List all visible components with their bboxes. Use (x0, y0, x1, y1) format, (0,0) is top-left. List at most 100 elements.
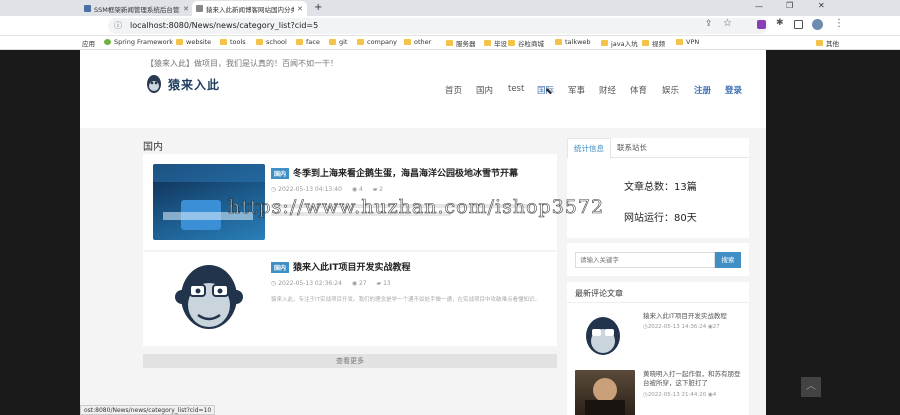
bookmark-item[interactable]: Spring Framework (104, 38, 173, 46)
close-icon[interactable]: ✕ (183, 5, 189, 13)
article-views: 4 (358, 186, 363, 193)
bookmark-item[interactable]: tools (220, 38, 246, 46)
article-comments: 2 (379, 186, 384, 193)
bookmark-label: VPN (686, 38, 700, 46)
monkey-logo-icon (175, 265, 243, 329)
nav-test[interactable]: test (508, 84, 524, 94)
bookmark-item[interactable]: school (256, 38, 287, 46)
star-icon[interactable]: ☆ (723, 18, 732, 29)
search-input[interactable] (575, 252, 715, 268)
folder-icon (601, 40, 608, 46)
folder-icon (176, 39, 183, 45)
menu-icon[interactable]: ⋮ (834, 18, 844, 29)
sidebar-icon[interactable] (794, 20, 803, 29)
recent-item-views: 4 (712, 392, 717, 398)
recent-item-title[interactable]: 黄晓明入打一起作假，和苏有朋登台被所穿，这下脏打了 (643, 370, 743, 388)
bookmark-item[interactable]: company (357, 38, 397, 46)
url-input[interactable]: ⓘ localhost:8080/News/news/category_list… (108, 18, 768, 34)
search-panel: 搜索 (567, 243, 749, 276)
url-text: localhost:8080/News/news/category_list?c… (130, 21, 319, 30)
folder-icon (508, 40, 515, 46)
bookmark-item[interactable]: VPN (676, 38, 699, 46)
close-icon[interactable]: ✕ (297, 5, 303, 13)
share-icon[interactable]: ⇪ (705, 19, 713, 29)
bookmark-label: 其他 (826, 40, 839, 48)
bookmark-label: 应用 (82, 40, 95, 48)
close-window-icon[interactable]: ✕ (818, 1, 825, 10)
folder-icon (404, 39, 411, 45)
folder-icon (256, 39, 263, 45)
bookmark-item[interactable]: 其他 (816, 38, 839, 48)
bookmark-item[interactable]: face (296, 38, 320, 46)
bookmark-label: face (306, 38, 320, 46)
tab-title: 猿来入此新闻博客网站国内分类 (206, 5, 295, 14)
bookmark-label: 毕设 (494, 40, 507, 48)
bookmark-label: company (367, 38, 397, 46)
bookmark-item[interactable]: other (404, 38, 431, 46)
eye-icon: ◉ (351, 186, 359, 193)
tab-stats[interactable]: 统计信息 (567, 138, 611, 159)
recent-panel: 最新评论文章 猿来入此IT项目开发实战教程 ◷2022-05-13 14:36:… (567, 282, 749, 415)
recent-item-date: 2022-05-13 14:36:24 (647, 324, 707, 330)
monkey-logo-icon (147, 75, 161, 93)
nav-domestic[interactable]: 国内 (476, 84, 493, 96)
eye-icon: ◉ (351, 280, 359, 287)
category-tag[interactable]: 国内 (271, 262, 290, 273)
extension-icon[interactable] (757, 20, 766, 29)
folder-icon (329, 39, 336, 45)
browser-tab-active[interactable]: 猿来入此新闻博客网站国内分类 ✕ (192, 1, 307, 16)
bookmark-item[interactable]: website (176, 38, 211, 46)
site-slogan: 【猿来入此】做项目，我们是认真的！百闻不如一干！ (146, 59, 338, 68)
monkey-logo-icon (586, 317, 620, 355)
tab-title: SSM框架新闻管理系统后台管理 (94, 5, 181, 14)
info-icon[interactable]: ⓘ (114, 18, 122, 34)
recent-item[interactable]: 黄晓明入打一起作假，和苏有朋登台被所穿，这下脏打了 ◷2022-05-13 21… (575, 368, 743, 415)
search-button[interactable]: 搜索 (715, 252, 741, 268)
nav-sports[interactable]: 体育 (630, 84, 647, 96)
recent-item-title[interactable]: 猿来入此IT项目开发实战教程 (643, 312, 743, 321)
browser-tab[interactable]: SSM框架新闻管理系统后台管理 ✕ (80, 1, 193, 16)
bookmark-item[interactable]: 视频 (642, 38, 665, 48)
login-link[interactable]: 登录 (725, 84, 742, 96)
nav-home[interactable]: 首页 (445, 84, 462, 96)
bookmark-item[interactable]: java入坑 (601, 38, 638, 48)
new-tab-button[interactable]: + (314, 2, 322, 13)
bookmark-item[interactable]: 毕设 (484, 38, 507, 48)
bookmark-label: Spring Framework (114, 38, 174, 46)
bookmark-label: website (186, 38, 212, 46)
article-comments: 13 (383, 280, 391, 287)
recent-item-thumbnail[interactable] (575, 370, 635, 415)
site-logo[interactable]: 猿来入此 (146, 72, 266, 96)
article-title[interactable]: 冬季到上海来看企鹅生蛋，海昌海洋公园极地冰雪节开幕 (293, 169, 518, 179)
bookmark-item[interactable]: git (329, 38, 347, 46)
article-thumbnail[interactable] (153, 258, 265, 340)
bookmark-item[interactable]: 应用 (82, 38, 95, 48)
nav-finance[interactable]: 财经 (599, 84, 616, 96)
recent-item-date: 2022-05-13 21:44:20 (647, 392, 707, 398)
stats-panel: 统计信息 联系站长 文章总数：13篇 网站运行：80天 (567, 138, 749, 238)
nav-entertainment[interactable]: 娱乐 (662, 84, 679, 96)
article-title[interactable]: 猿来入此IT项目开发实战教程 (293, 263, 411, 273)
load-more-button[interactable]: 查看更多 (143, 354, 557, 368)
tab-favicon-icon (84, 5, 91, 12)
nav-military[interactable]: 军事 (568, 84, 585, 96)
bookmark-item[interactable]: 服务器 (446, 38, 476, 48)
profile-avatar[interactable] (812, 19, 823, 30)
puzzle-icon[interactable]: ✱ (776, 18, 784, 28)
register-link[interactable]: 注册 (694, 84, 711, 96)
bookmark-item[interactable]: 谷粒商城 (508, 38, 544, 48)
bookmark-item[interactable]: talkweb (555, 38, 591, 46)
folder-icon (642, 40, 649, 46)
folder-icon (816, 40, 823, 46)
recent-item[interactable]: 猿来入此IT项目开发实战教程 ◷2022-05-13 14:36:24 ◉27 (575, 310, 743, 362)
minimize-icon[interactable]: — (755, 2, 763, 11)
mouse-cursor-icon: ⬉ (545, 87, 553, 97)
back-to-top-button[interactable]: ︿ (801, 377, 821, 397)
tab-contact[interactable]: 联系站长 (617, 138, 647, 158)
restore-icon[interactable]: ❐ (786, 1, 793, 10)
site-header: 【猿来入此】做项目，我们是认真的！百闻不如一干！ 猿来入此 首页 国内 test… (80, 50, 766, 128)
bookmark-label: school (266, 38, 287, 46)
category-tag[interactable]: 国内 (271, 168, 290, 179)
bookmark-label: other (414, 38, 432, 46)
article-card[interactable]: 国内 猿来入此IT项目开发实战教程 ◷ 2022-05-13 02:36:24 ◉… (143, 252, 557, 346)
